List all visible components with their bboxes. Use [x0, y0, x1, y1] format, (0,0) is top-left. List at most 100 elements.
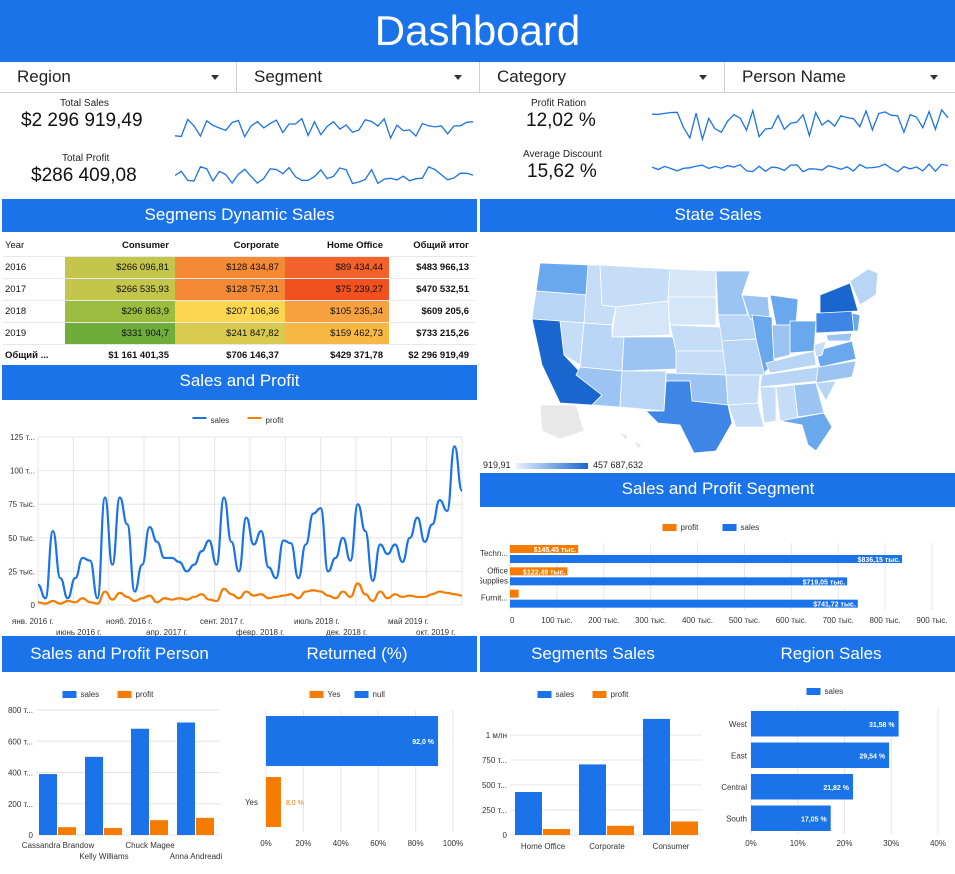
table-cell: $128 434,87	[175, 255, 285, 278]
sales-profit-segment-chart[interactable]: profit sales 0 100 тыс. 200 тыс. 300 тыс. 400 …	[480, 515, 955, 633]
data-label: $836,15 тыс.	[858, 557, 901, 564]
grand-total-row: Общий ... $1 161 401,35 $706 146,37 $429 37…	[3, 343, 475, 366]
legend-label: profit	[266, 416, 285, 425]
x-tick-label: 100%	[443, 839, 463, 848]
x-tick-label: 900 тыс.	[916, 616, 947, 625]
state-pa	[815, 310, 855, 334]
segments-pivot-table: Year Consumer Corporate Home Office Общи…	[3, 236, 475, 366]
column-header[interactable]: Home Office	[285, 236, 389, 256]
y-tick-label: 750 т...	[482, 756, 507, 765]
table-cell: $207 106,36	[175, 299, 285, 322]
legend-label: profit	[136, 690, 155, 699]
profit-ratio-label: Profit Ration	[531, 98, 587, 109]
segments-sales-chart[interactable]: sales profit 0 250 т... 500 т... 750 т... 1 мл…	[480, 682, 706, 872]
table-cell: $105 235,34	[285, 299, 389, 322]
x-tick-label: 20%	[295, 839, 311, 848]
table-cell: 2016	[3, 255, 65, 278]
x-tick-label: 0%	[745, 839, 757, 848]
y-tick-label: 75 тыс.	[8, 500, 35, 509]
data-label: 31,58 %	[869, 722, 895, 729]
profit-bar	[196, 817, 214, 835]
sales-bar	[510, 599, 858, 608]
table-cell: $2 296 919,49	[389, 343, 475, 366]
segment-filter[interactable]: Segment	[237, 62, 480, 92]
legend-swatch	[192, 417, 207, 419]
table-cell: $89 434,44	[285, 255, 389, 278]
region-filter[interactable]: Region	[0, 62, 237, 92]
data-label: 92,0 %	[412, 739, 435, 746]
x-tick-label: июнь 2016 г.	[56, 628, 101, 637]
column-header[interactable]: Общий итог	[389, 236, 475, 256]
column-header[interactable]: Consumer	[65, 236, 175, 256]
x-tick-label: янв. 2016 г.	[12, 617, 54, 626]
column-header[interactable]: Corporate	[175, 236, 285, 256]
y-category-label: Supplies	[480, 576, 508, 585]
y-category-label: Techn...	[480, 549, 508, 558]
sales-profit-person-chart[interactable]: sales profit 0 200 т... 400 т... 600 т... 800 …	[0, 682, 237, 872]
legend-swatch	[662, 524, 677, 531]
table-cell: $1 161 401,35	[65, 343, 175, 366]
state-mn	[715, 270, 751, 316]
state-sales-title: State Sales	[480, 199, 955, 232]
y-tick-label: 200 т...	[8, 800, 33, 809]
state-sd	[667, 296, 717, 326]
total-profit-label: Total Profit	[62, 153, 110, 164]
region-sales-chart[interactable]: sales 0% 10% 20% 30% 40% West 31,58 % East 29,54 …	[706, 682, 955, 872]
column-header[interactable]: Year	[3, 236, 65, 256]
state-wa	[535, 262, 591, 296]
x-tick-label: 0%	[260, 839, 272, 848]
y-tick-label: 500 т...	[482, 781, 507, 790]
table-cell: $331 904,7	[65, 321, 175, 344]
sales-profit-segment-title: Sales and Profit Segment	[480, 473, 955, 507]
y-tick-label: 250 т...	[482, 806, 507, 815]
state-ak	[539, 404, 585, 440]
legend-label: sales	[81, 690, 100, 699]
x-tick-label: июль 2018 г.	[294, 617, 340, 626]
page-title: Dashboard	[374, 7, 581, 54]
x-category-label: Anna Andreadi	[170, 852, 223, 861]
state-hi	[619, 432, 643, 450]
sales-profit-person-title: Sales and Profit Person	[2, 636, 237, 672]
y-category-label: Yes	[245, 798, 258, 807]
sales-profit-line-chart[interactable]: sales profit 125 т... 100 т... 75 тыс. 50 тыс…	[0, 405, 478, 637]
x-tick-label: окт. 2019 г.	[416, 628, 455, 637]
profit-bar	[58, 827, 76, 835]
person-name-filter[interactable]: Person Name	[725, 62, 955, 92]
dashboard-header: Dashboard	[0, 0, 955, 62]
state-co	[621, 336, 677, 372]
map-legend-min: 919,91	[483, 460, 511, 470]
y-tick-label: 400 т...	[8, 769, 33, 778]
y-tick-label: 1 млн	[486, 731, 507, 740]
legend-label: null	[373, 690, 386, 699]
x-tick-label: 40%	[930, 839, 946, 848]
avg-discount-label: Average Discount	[523, 149, 602, 160]
yes-bar	[266, 777, 281, 827]
table-cell: $483 966,13	[389, 255, 475, 278]
profit-bar	[607, 825, 634, 835]
legend-label: profit	[681, 523, 700, 532]
x-tick-label: 20%	[836, 839, 852, 848]
x-tick-label: дек. 2018 г.	[326, 628, 367, 637]
segments-dynamic-title: Segmens Dynamic Sales	[2, 199, 477, 232]
profit-ratio-sparkline	[652, 108, 949, 142]
category-filter[interactable]: Category	[480, 62, 725, 92]
x-category-label: Home Office	[521, 842, 566, 851]
data-label: 8,0 %	[286, 800, 304, 807]
sales-bar	[579, 764, 606, 835]
table-cell: Общий ...	[3, 343, 65, 366]
us-state-map[interactable]	[480, 255, 955, 470]
data-label: $122,49 тыс.	[523, 569, 566, 576]
table-row: 2018 $296 863,9 $207 106,36 $105 235,34 $609…	[3, 299, 475, 322]
region-sales-title: Region Sales	[706, 636, 955, 672]
map-legend-max: 457 687,632	[593, 460, 644, 470]
x-category-label: Consumer	[653, 842, 690, 851]
legend-swatch	[117, 691, 132, 698]
table-cell: $241 847,82	[175, 321, 285, 344]
data-label: 21,82 %	[823, 785, 849, 792]
total-profit-value: $286 409,08	[31, 165, 137, 186]
state-la	[727, 402, 765, 428]
data-label: $719,05 тыс.	[803, 579, 846, 586]
returned-chart[interactable]: Yes null 0% 20% 40% 60% 80% 100% 92,0 % 8,0 % Yes	[237, 682, 477, 872]
discount-sparkline	[652, 163, 949, 173]
y-category-label: Office	[487, 566, 508, 575]
